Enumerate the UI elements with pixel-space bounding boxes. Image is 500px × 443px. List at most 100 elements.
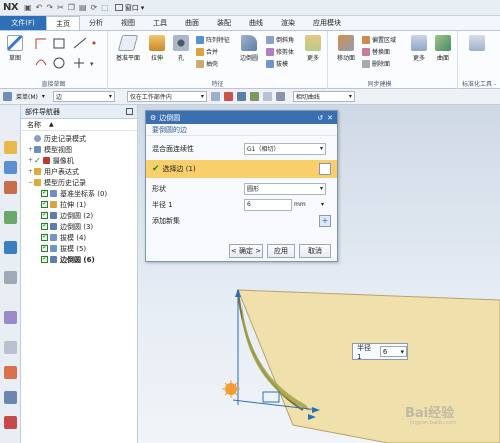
system-materials-icon[interactable] — [4, 311, 17, 324]
expand-icon[interactable]: + — [27, 157, 34, 164]
assembly-navigator-icon[interactable] — [4, 161, 17, 174]
tree-item-user-expressions[interactable]: + 用户表达式 — [21, 166, 137, 177]
expand-icon[interactable]: + — [27, 146, 34, 153]
edges-section-header[interactable]: 要倒圆的边 — [146, 124, 337, 136]
sketch-button[interactable]: 草图 — [4, 35, 26, 62]
visibility-checkbox[interactable] — [41, 188, 48, 197]
cancel-button[interactable]: 取消 — [299, 244, 331, 258]
tab-curve[interactable]: 曲线 — [240, 16, 272, 30]
menu-button[interactable]: 菜单(M) — [16, 92, 38, 101]
continuity-select[interactable]: G1（相切） ▾ — [244, 142, 326, 155]
add-new-set-button[interactable]: + — [319, 214, 331, 227]
tree-item-history-mode[interactable]: 历史记录模式 — [21, 133, 137, 144]
reuse-library-icon[interactable] — [4, 211, 17, 224]
close-icon[interactable]: ✕ — [327, 114, 333, 122]
offset-region-button[interactable]: 偏置区域 — [362, 35, 396, 44]
tree-item-cameras[interactable]: + ✓ 摄像机 — [21, 155, 137, 166]
surface-button[interactable]: 曲面 — [432, 35, 454, 62]
tree-item-extrude[interactable]: 拉伸 (1) — [21, 199, 137, 210]
reset-icon[interactable]: ↺ — [317, 114, 323, 122]
navigator-column-header[interactable]: 名称 ▲ — [21, 119, 137, 131]
datum-plane-button[interactable]: 基准平面 — [114, 35, 142, 62]
ok-button[interactable]: < 确定 > — [229, 244, 263, 258]
constraint-navigator-icon[interactable] — [4, 181, 17, 194]
touch-mode-icon[interactable]: ⬚ — [101, 3, 109, 12]
chamfer-button[interactable]: 倒斜角 — [266, 35, 294, 44]
tab-tools[interactable]: 工具 — [144, 16, 176, 30]
render-style-icon[interactable] — [275, 92, 285, 101]
paste-icon[interactable]: ▤ — [79, 3, 87, 12]
sketch-curve-tools[interactable]: ▾ — [32, 35, 104, 73]
tab-applications[interactable]: 应用模块 — [304, 16, 350, 30]
tree-item-edge-blend-3[interactable]: 边倒圆 (3) — [21, 221, 137, 232]
tree-item-datum-csys[interactable]: 基准坐标系 (0) — [21, 188, 137, 199]
onscreen-radius-field[interactable]: 6 ▾ — [379, 346, 407, 357]
visibility-checkbox[interactable] — [41, 232, 48, 241]
clock-icon[interactable] — [4, 341, 17, 354]
filter-icon[interactable] — [249, 92, 259, 101]
select-all-icon[interactable] — [223, 92, 233, 101]
standard-tool-button[interactable] — [466, 35, 488, 53]
visibility-checkbox[interactable] — [41, 254, 48, 263]
delete-face-button[interactable]: 删除面 — [362, 59, 390, 68]
window-dropdown[interactable]: 窗口 ▾ — [114, 3, 144, 13]
type-filter-select[interactable]: 边 ▾ — [52, 91, 115, 102]
tree-item-model-history[interactable]: − 模型历史记录 — [21, 177, 137, 188]
roles-icon[interactable] — [4, 366, 17, 379]
radius-input[interactable]: 6 — [244, 198, 292, 211]
circle-icon — [53, 57, 65, 69]
visibility-checkbox[interactable] — [41, 199, 48, 208]
visibility-checkbox[interactable] — [41, 221, 48, 230]
select-edge-cube-icon[interactable] — [319, 163, 331, 175]
hole-button[interactable]: 孔 — [170, 35, 192, 62]
shape-select[interactable]: 圆形 ▾ — [244, 182, 326, 195]
curve-rule-select[interactable]: 相切曲线 ▾ — [292, 91, 355, 102]
tab-analysis[interactable]: 分析 — [80, 16, 112, 30]
combine-button[interactable]: 合并 — [196, 47, 218, 56]
trim-body-button[interactable]: 修剪体 — [266, 47, 294, 56]
more-sync-button[interactable]: 更多 — [408, 35, 430, 62]
move-face-button[interactable]: 移动面 — [334, 35, 358, 62]
tab-home[interactable]: 主页 — [46, 16, 80, 30]
file-menu[interactable]: 文件(F) — [0, 16, 46, 30]
deselect-icon[interactable] — [236, 92, 246, 101]
tab-render[interactable]: 渲染 — [272, 16, 304, 30]
select-edge-row[interactable]: ✔ 选择边 (1) — [146, 160, 337, 178]
tree-item-draft-5[interactable]: 拔模 (5) — [21, 243, 137, 254]
array-feature-button[interactable]: 阵列特征 — [196, 35, 230, 44]
tree-item-edge-blend-2[interactable]: 边倒圆 (2) — [21, 210, 137, 221]
more-features-button[interactable]: 更多 — [302, 35, 324, 62]
selection-scope-select[interactable]: 仅在工作部件内 ▾ — [126, 91, 207, 102]
tab-view[interactable]: 视图 — [112, 16, 144, 30]
navigator-icon[interactable] — [4, 141, 17, 154]
visibility-checkbox[interactable] — [41, 243, 48, 252]
cut-icon[interactable]: ✂ — [57, 3, 64, 12]
expand-icon[interactable]: + — [27, 168, 34, 175]
web-browser-icon[interactable] — [4, 241, 17, 254]
extrude-button[interactable]: 拉伸 — [146, 35, 168, 62]
tab-surface[interactable]: 曲面 — [176, 16, 208, 30]
copy-icon[interactable]: ❐ — [68, 3, 75, 12]
save-icon[interactable]: ▣ — [24, 3, 32, 12]
tab-assembly[interactable]: 装配 — [208, 16, 240, 30]
repeat-icon[interactable]: ⟳ — [91, 3, 98, 12]
visibility-checkbox[interactable] — [41, 210, 48, 219]
analysis-icon[interactable] — [4, 391, 17, 404]
view-icon[interactable] — [262, 92, 272, 101]
tree-item-model-views[interactable]: + 模型视图 — [21, 144, 137, 155]
edge-blend-button[interactable]: 边倒圆 — [236, 35, 262, 62]
tree-item-edge-blend-6[interactable]: 边倒圆 (6) — [21, 254, 137, 265]
undo-icon[interactable]: ↶ — [36, 3, 43, 12]
snap-icon[interactable] — [210, 92, 220, 101]
maximize-icon[interactable] — [126, 108, 133, 115]
shell-button[interactable]: 抽壳 — [196, 59, 218, 68]
collapse-icon[interactable]: − — [27, 179, 34, 186]
apply-button[interactable]: 应用 — [267, 244, 295, 258]
draft-button[interactable]: 拔模 — [266, 59, 288, 68]
process-studio-icon[interactable] — [4, 416, 17, 429]
tree-item-draft-4[interactable]: 拔模 (4) — [21, 232, 137, 243]
redo-icon[interactable]: ↷ — [46, 3, 53, 12]
radius-unit-select[interactable]: mm ▾ — [292, 199, 326, 211]
history-icon[interactable] — [4, 271, 17, 284]
replace-face-button[interactable]: 替换面 — [362, 47, 390, 56]
